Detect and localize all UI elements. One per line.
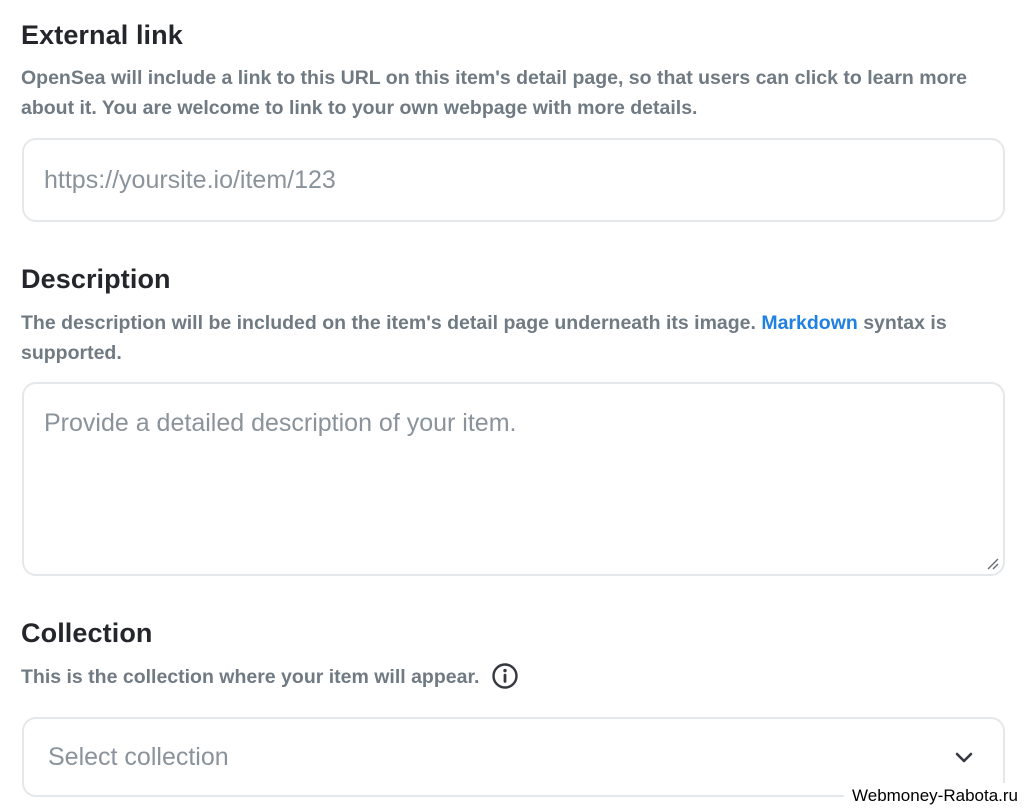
external-link-description: OpenSea will include a link to this URL … [21, 67, 967, 119]
description-field[interactable] [22, 382, 1005, 576]
resize-handle-icon[interactable] [985, 556, 999, 570]
info-circle-icon[interactable] [491, 662, 519, 690]
external-link-input[interactable] [24, 140, 1003, 220]
collection-help-text: This is the collection where your item w… [21, 666, 480, 688]
description-textarea[interactable] [24, 384, 1003, 574]
chevron-down-icon[interactable] [953, 746, 975, 768]
description-help-text-start: The description will be included on the … [21, 312, 762, 334]
external-link-field[interactable] [22, 138, 1005, 222]
markdown-link[interactable]: Markdown [761, 312, 857, 334]
collection-select-placeholder: Select collection [48, 742, 229, 771]
external-link-title: External link [21, 20, 183, 50]
description-help-text: The description will be included on the … [21, 308, 1011, 368]
watermark-text: Webmoney-Rabota.ru [844, 783, 1024, 810]
description-title: Description [21, 264, 171, 294]
collection-help-text-row: This is the collection where your item w… [21, 662, 1011, 692]
collection-title: Collection [21, 618, 153, 648]
